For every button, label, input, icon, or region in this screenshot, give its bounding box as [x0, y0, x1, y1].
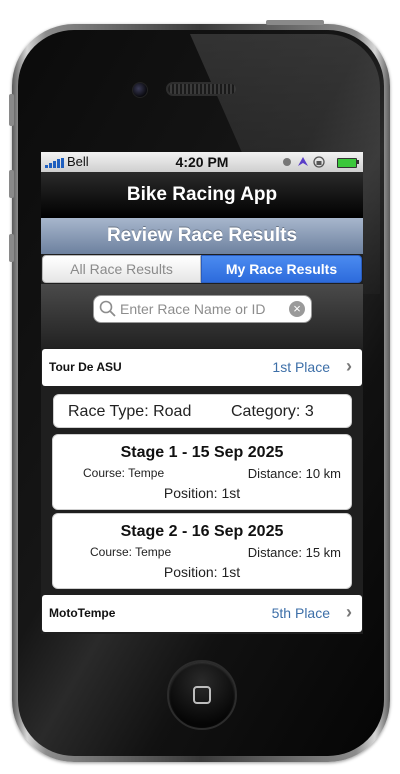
- battery-tip: [357, 160, 359, 164]
- screen: Bell 4:20 PM Bike Racing App Review Race…: [41, 152, 363, 634]
- race-row-mototempe[interactable]: MotoTempe 5th Place ›: [42, 595, 362, 632]
- stage-card-2: Stage 2 - 16 Sep 2025 Course: Tempe Dist…: [52, 513, 352, 589]
- home-button[interactable]: [167, 660, 237, 730]
- chevron-right-icon: ›: [346, 356, 352, 376]
- front-camera-icon: [132, 82, 148, 98]
- search-box[interactable]: ×: [93, 295, 312, 323]
- tab-my-race-results[interactable]: My Race Results: [201, 255, 362, 283]
- stage-distance: Distance: 15 km: [247, 545, 341, 560]
- search-icon: [99, 300, 116, 317]
- ringer-switch: [9, 94, 14, 126]
- status-indicator-icons: [283, 156, 325, 168]
- race-type: Race Type: Road: [68, 403, 192, 420]
- clear-search-icon[interactable]: ×: [289, 301, 305, 317]
- race-place: 1st Place: [272, 359, 330, 375]
- stage-course: Course: Tempe: [83, 466, 165, 480]
- search-input[interactable]: [120, 296, 290, 322]
- earpiece-speaker: [166, 82, 238, 96]
- race-place: 5th Place: [271, 605, 330, 621]
- stage-position: Position: 1st: [163, 485, 241, 501]
- race-row-tour-de-asu[interactable]: Tour De ASU 1st Place ›: [42, 349, 362, 386]
- stage-course: Course: Tempe: [90, 545, 172, 559]
- home-square-icon: [193, 686, 211, 704]
- volume-up-button: [9, 170, 14, 198]
- tab-all-race-results[interactable]: All Race Results: [42, 255, 201, 283]
- stage-position: Position: 1st: [163, 564, 241, 580]
- stage-title: Stage 1 - 15 Sep 2025: [120, 444, 284, 461]
- race-name: MotoTempe: [49, 606, 116, 620]
- chevron-right-icon: ›: [346, 602, 352, 622]
- section-title: Review Race Results: [41, 218, 363, 254]
- race-category: Category: 3: [231, 403, 314, 420]
- stage-distance: Distance: 10 km: [247, 466, 341, 481]
- race-name: Tour De ASU: [49, 360, 122, 374]
- app-title: Bike Racing App: [41, 172, 363, 218]
- race-summary-card: Race Type: Road Category: 3: [53, 394, 352, 428]
- stage-card-1: Stage 1 - 15 Sep 2025 Course: Tempe Dist…: [52, 434, 352, 510]
- status-bar: Bell 4:20 PM: [41, 152, 363, 172]
- sleep-button: [266, 20, 324, 25]
- battery-icon: [337, 158, 357, 168]
- volume-down-button: [9, 234, 14, 262]
- stage-title: Stage 2 - 16 Sep 2025: [120, 523, 284, 540]
